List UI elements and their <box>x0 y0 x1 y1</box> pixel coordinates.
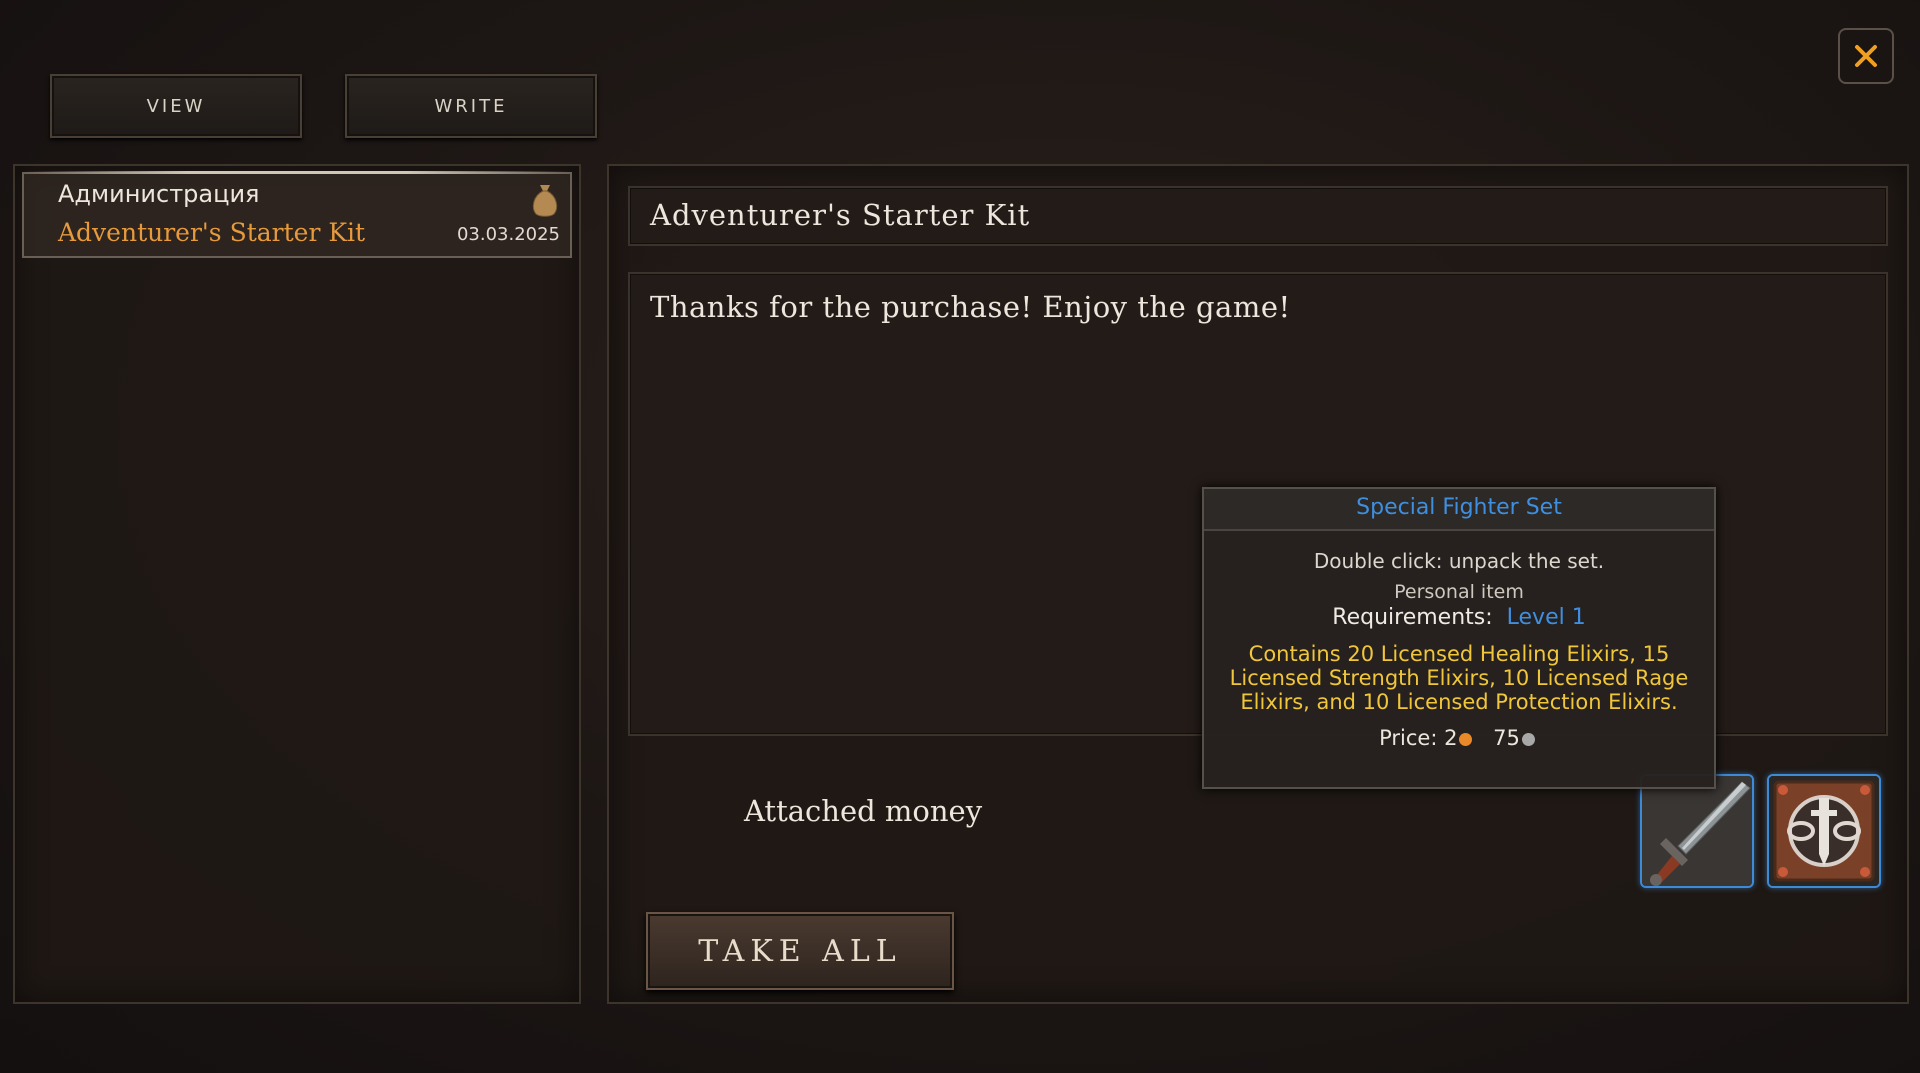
shield-emblem-icon <box>1769 776 1879 886</box>
money-bag-icon <box>532 185 558 217</box>
tooltip-description: Contains 20 Licensed Healing Elixirs, 15… <box>1229 642 1689 714</box>
tooltip-title: Special Fighter Set <box>1204 489 1714 531</box>
attachment-slot-2[interactable] <box>1767 774 1881 888</box>
close-icon <box>1855 45 1877 67</box>
requirements-label: Requirements: <box>1332 605 1493 630</box>
item-tooltip: Special Fighter Set Double click: unpack… <box>1202 487 1716 789</box>
tooltip-requirements: Requirements: Level 1 <box>1204 605 1714 630</box>
mail-subject-title: Adventurer's Starter Kit <box>650 198 1031 232</box>
selection-highlight <box>24 171 570 174</box>
tab-view[interactable]: VIEW <box>50 74 302 138</box>
requirements-value: Level 1 <box>1506 605 1586 630</box>
sword-icon <box>1642 776 1752 886</box>
price-silver: 75 <box>1493 726 1520 750</box>
take-all-button[interactable]: TAKE ALL <box>646 912 954 990</box>
mail-list-item[interactable]: Администрация Adventurer's Starter Kit 0… <box>22 171 572 258</box>
tooltip-binding: Personal item <box>1394 581 1524 603</box>
mail-body-text: Thanks for the purchase! Enjoy the game! <box>650 290 1291 324</box>
mail-sender: Администрация <box>58 180 260 208</box>
mail-date: 03.03.2025 <box>456 224 560 245</box>
mail-list-panel <box>13 164 581 1004</box>
tab-write[interactable]: WRITE <box>345 74 597 138</box>
price-gold: 2 <box>1444 726 1458 750</box>
price-label: Price: <box>1379 726 1438 750</box>
gold-coin-icon <box>1457 730 1475 748</box>
attachment-slot-1[interactable] <box>1640 774 1754 888</box>
tooltip-hint: Double click: unpack the set. <box>1313 549 1605 573</box>
silver-coin-icon <box>1520 730 1537 748</box>
close-button[interactable] <box>1838 28 1894 84</box>
subject-field: Adventurer's Starter Kit <box>628 186 1888 246</box>
mail-subject: Adventurer's Starter Kit <box>58 218 366 247</box>
attached-money-label: Attached money <box>744 794 983 828</box>
tooltip-price: Price: 2 75 <box>1204 726 1714 750</box>
